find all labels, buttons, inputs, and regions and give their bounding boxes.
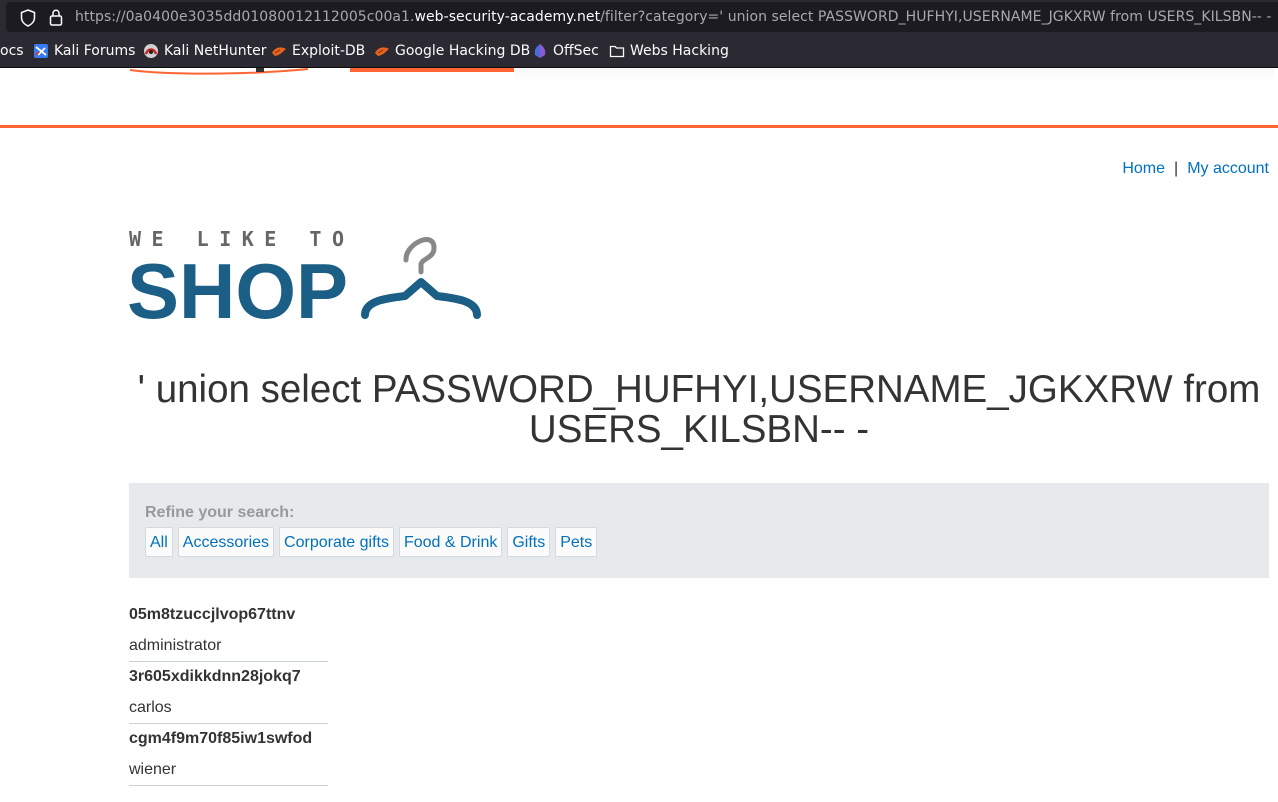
bookmark-label: OffSec bbox=[553, 43, 599, 59]
table-row: cgm4f9m70f85iw1swfod wiener bbox=[129, 724, 328, 786]
filter-food-drink[interactable]: Food & Drink bbox=[398, 527, 503, 557]
bookmark-google-hacking-db[interactable]: Google Hacking DB bbox=[374, 43, 530, 59]
bookmark-label: ocs bbox=[0, 43, 24, 59]
exploit-db-icon bbox=[272, 47, 286, 56]
bookmark-label: Kali Forums bbox=[54, 43, 136, 59]
row-value: administrator bbox=[129, 637, 222, 654]
nav-separator: | bbox=[1174, 160, 1179, 177]
kali-forums-icon bbox=[34, 44, 48, 58]
nethunter-icon bbox=[144, 44, 158, 58]
bookmark-folder-webs-hacking[interactable]: Webs Hacking bbox=[609, 43, 729, 59]
url-text[interactable]: https://0a0400e3035dd01080012112005c00a1… bbox=[75, 9, 1272, 25]
filter-label: Refine your search: bbox=[145, 504, 295, 521]
top-nav: Home | My account bbox=[1122, 160, 1269, 178]
bookmark-offsec[interactable]: OffSec bbox=[532, 43, 599, 59]
row-header: 05m8tzuccjlvop67ttnv bbox=[129, 606, 296, 623]
bookmarks-bar: ocs Kali Forums Kali NetHunter Exploit-D… bbox=[0, 34, 1278, 68]
filter-all[interactable]: All bbox=[145, 527, 173, 557]
lock-icon[interactable] bbox=[49, 9, 63, 26]
filter-corporate-gifts[interactable]: Corporate gifts bbox=[279, 527, 394, 557]
filter-accessories[interactable]: Accessories bbox=[177, 527, 275, 557]
table-row: 05m8tzuccjlvop67ttnv administrator bbox=[129, 600, 328, 662]
browser-toolbar: https://0a0400e3035dd01080012112005c00a1… bbox=[0, 0, 1278, 34]
bookmark-kali-forums[interactable]: Kali Forums bbox=[33, 43, 135, 59]
bookmark-label: Google Hacking DB bbox=[395, 43, 531, 59]
bookmark-exploit-db[interactable]: Exploit-DB bbox=[271, 43, 365, 59]
page-title: ' union select PASSWORD_HUFHYI,USERNAME_… bbox=[137, 368, 1261, 451]
offsec-icon bbox=[534, 44, 546, 58]
bookmark-kali-nethunter[interactable]: Kali NetHunter bbox=[143, 43, 266, 59]
bookmark-docs[interactable]: ocs bbox=[0, 43, 24, 59]
shield-icon[interactable] bbox=[20, 9, 36, 27]
folder-icon bbox=[609, 45, 625, 58]
bookmark-label: Kali NetHunter bbox=[164, 43, 267, 59]
filter-pets[interactable]: Pets bbox=[555, 527, 598, 557]
shop-logo: WE LIKE TO SHOP bbox=[129, 230, 481, 322]
row-value: wiener bbox=[129, 761, 177, 778]
academy-logo-fragment bbox=[129, 68, 309, 75]
logo-wordmark: SHOP bbox=[129, 247, 348, 322]
filter-buttons: All Accessories Corporate gifts Food & D… bbox=[145, 527, 602, 557]
bookmark-label: Webs Hacking bbox=[630, 43, 729, 59]
url-prefix: https://0a0400e3035dd01080012112005c00a1… bbox=[75, 9, 415, 25]
ghdb-icon bbox=[375, 47, 389, 56]
url-path: /filter?category=' union select PASSWORD… bbox=[600, 9, 1272, 25]
bookmark-label: Exploit-DB bbox=[292, 43, 366, 59]
hanger-icon bbox=[361, 237, 481, 319]
row-header: cgm4f9m70f85iw1swfod bbox=[129, 730, 313, 747]
header-divider bbox=[0, 125, 1278, 128]
address-bar[interactable]: https://0a0400e3035dd01080012112005c00a1… bbox=[6, 2, 1278, 32]
my-account-link[interactable]: My account bbox=[1187, 160, 1269, 177]
row-header: 3r605xdikkdnn28jokq7 bbox=[129, 668, 301, 685]
home-link[interactable]: Home bbox=[1122, 160, 1165, 177]
header-shadow bbox=[514, 68, 1274, 80]
filter-panel: Refine your search: All Accessories Corp… bbox=[129, 483, 1269, 578]
lab-status-tab bbox=[350, 68, 514, 72]
filter-gifts[interactable]: Gifts bbox=[507, 527, 551, 557]
row-value: carlos bbox=[129, 699, 172, 716]
table-row: 3r605xdikkdnn28jokq7 carlos bbox=[129, 662, 328, 724]
url-host: web-security-academy.net bbox=[414, 9, 601, 25]
results-table: 05m8tzuccjlvop67ttnv administrator 3r605… bbox=[129, 600, 328, 786]
